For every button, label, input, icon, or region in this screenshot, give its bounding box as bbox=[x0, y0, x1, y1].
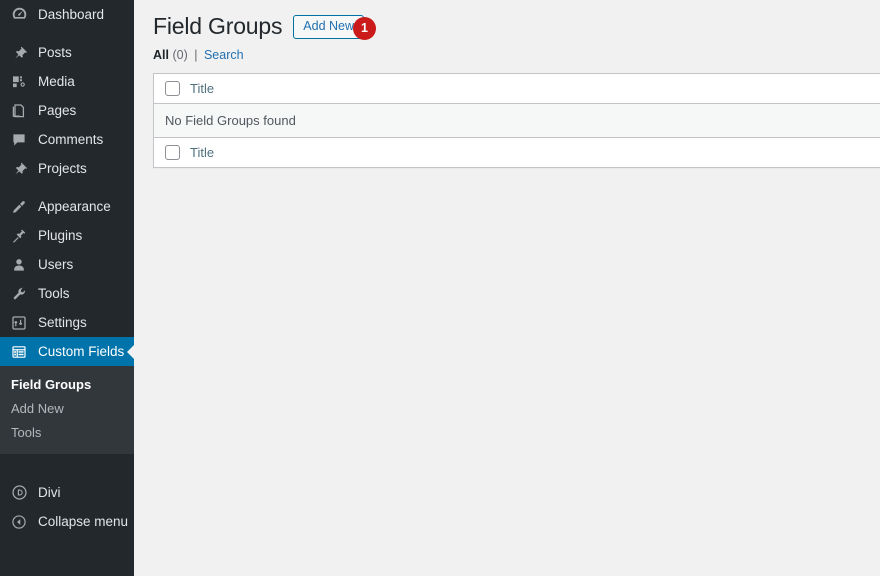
page-title: Field Groups bbox=[153, 12, 282, 41]
sidebar-item-tools[interactable]: Tools bbox=[0, 279, 134, 308]
submenu-item-field-groups[interactable]: Field Groups bbox=[0, 373, 134, 397]
sidebar-item-users[interactable]: Users bbox=[0, 250, 134, 279]
sidebar-item-plugins[interactable]: Plugins bbox=[0, 221, 134, 250]
sidebar-separator bbox=[0, 29, 134, 38]
sidebar-item-label: Dashboard bbox=[38, 0, 104, 29]
media-icon bbox=[9, 72, 29, 92]
select-all-checkbox[interactable] bbox=[165, 81, 180, 96]
sidebar-item-media[interactable]: Media bbox=[0, 67, 134, 96]
custom-fields-submenu: Field Groups Add New Tools bbox=[0, 366, 134, 454]
sidebar-item-comments[interactable]: Comments bbox=[0, 125, 134, 154]
filter-all-count: (0) bbox=[172, 48, 187, 62]
table-empty-row: No Field Groups found bbox=[154, 104, 880, 137]
main-content: Field Groups Add New 1 All (0) | Search … bbox=[134, 0, 880, 576]
comment-icon bbox=[9, 130, 29, 150]
sidebar-item-label: Plugins bbox=[38, 221, 82, 250]
pages-icon bbox=[9, 101, 29, 121]
sidebar-menu-bottom: Divi Collapse menu bbox=[0, 478, 134, 536]
sidebar-collapse-menu[interactable]: Collapse menu bbox=[0, 507, 134, 536]
sidebar-item-label: Custom Fields bbox=[38, 337, 124, 366]
sidebar-item-label: Collapse menu bbox=[38, 507, 128, 536]
submenu-item-tools[interactable]: Tools bbox=[0, 421, 134, 445]
sidebar-item-pages[interactable]: Pages bbox=[0, 96, 134, 125]
filter-links: All (0) | Search bbox=[134, 42, 880, 70]
sidebar-item-dashboard[interactable]: Dashboard bbox=[0, 0, 134, 29]
field-groups-table: Title No Field Groups found Title bbox=[153, 73, 880, 168]
submenu-item-label: Field Groups bbox=[11, 377, 91, 392]
admin-sidebar: Dashboard Posts Media bbox=[0, 0, 134, 576]
sidebar-separator bbox=[0, 183, 134, 192]
empty-message: No Field Groups found bbox=[154, 104, 880, 137]
column-header-title[interactable]: Title bbox=[190, 74, 880, 104]
sidebar-item-label: Settings bbox=[38, 308, 87, 337]
wrench-icon bbox=[9, 284, 29, 304]
pin-icon bbox=[9, 159, 29, 179]
wordpress-admin-screen: Dashboard Posts Media bbox=[0, 0, 880, 576]
sidebar-item-custom-fields[interactable]: Custom Fields bbox=[0, 337, 134, 366]
submenu-item-add-new[interactable]: Add New bbox=[0, 397, 134, 421]
sidebar-item-label: Comments bbox=[38, 125, 103, 154]
step-badge: 1 bbox=[353, 17, 376, 40]
table-header-row: Title bbox=[154, 74, 880, 104]
sidebar-item-label: Media bbox=[38, 67, 75, 96]
select-all-checkbox-footer[interactable] bbox=[165, 145, 180, 160]
sidebar-item-divi[interactable]: Divi bbox=[0, 478, 134, 507]
user-icon bbox=[9, 255, 29, 275]
sidebar-menu-top: Dashboard Posts Media bbox=[0, 0, 134, 366]
sidebar-item-posts[interactable]: Posts bbox=[0, 38, 134, 67]
sidebar-item-label: Users bbox=[38, 250, 73, 279]
settings-icon bbox=[9, 313, 29, 333]
step-badge-wrapper: 1 bbox=[353, 15, 376, 38]
sidebar-item-label: Posts bbox=[38, 38, 72, 67]
table-footer-row: Title bbox=[154, 137, 880, 167]
submenu-item-label: Tools bbox=[11, 425, 41, 440]
select-all-footer bbox=[154, 137, 190, 167]
collapse-icon bbox=[9, 512, 29, 532]
submenu-item-label: Add New bbox=[11, 401, 64, 416]
sidebar-item-label: Divi bbox=[38, 478, 61, 507]
filter-search-link[interactable]: Search bbox=[204, 48, 244, 62]
brush-icon bbox=[9, 197, 29, 217]
dashboard-icon bbox=[9, 5, 29, 25]
page-header: Field Groups Add New 1 bbox=[134, 0, 880, 42]
sidebar-item-label: Tools bbox=[38, 279, 70, 308]
select-all-header bbox=[154, 74, 190, 104]
sidebar-item-label: Projects bbox=[38, 154, 87, 183]
custom-fields-icon bbox=[9, 342, 29, 362]
divi-icon bbox=[9, 483, 29, 503]
filter-all-link[interactable]: All bbox=[153, 48, 169, 62]
sidebar-item-label: Appearance bbox=[38, 192, 111, 221]
sidebar-item-projects[interactable]: Projects bbox=[0, 154, 134, 183]
plug-icon bbox=[9, 226, 29, 246]
column-footer-title[interactable]: Title bbox=[190, 137, 880, 167]
sidebar-item-appearance[interactable]: Appearance bbox=[0, 192, 134, 221]
filter-divider: | bbox=[191, 48, 200, 62]
sidebar-item-label: Pages bbox=[38, 96, 76, 125]
pin-icon bbox=[9, 43, 29, 63]
sidebar-item-settings[interactable]: Settings bbox=[0, 308, 134, 337]
